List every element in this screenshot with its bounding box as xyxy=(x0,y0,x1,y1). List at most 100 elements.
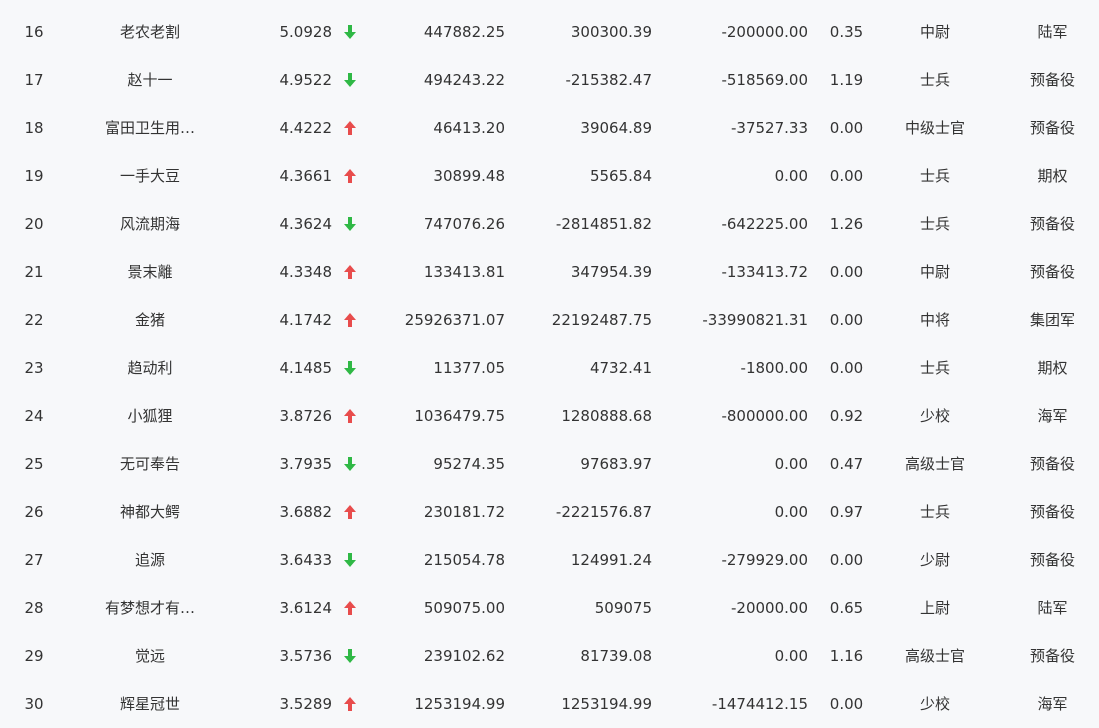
value-c-cell: 0.00 xyxy=(774,455,808,473)
type-cell: 期权 xyxy=(1037,359,1068,377)
value-a-cell: 1253194.99 xyxy=(414,695,505,713)
level-cell: 少校 xyxy=(919,695,950,713)
ratio-cell: 0.00 xyxy=(829,119,864,137)
table-row[interactable]: 19 一手大豆 4.3661 30899.48 5565.84 0.00 0.00 士兵 期权 xyxy=(0,152,1099,200)
name-cell: 辉星冠世 xyxy=(119,695,180,713)
name-cell: 追源 xyxy=(134,551,165,569)
ratio-cell: 0.35 xyxy=(829,23,864,41)
table-row[interactable]: 17 赵十一 4.9522 494243.22 -215382.47 -518569.00… xyxy=(0,56,1099,104)
value-b-cell: 81739.08 xyxy=(580,647,652,665)
value-a-cell: 747076.26 xyxy=(423,215,505,233)
arrow-up-icon xyxy=(340,392,360,440)
name-cell: 老农老割 xyxy=(119,23,180,41)
rank-cell: 24 xyxy=(24,407,44,425)
ratio-cell: 0.00 xyxy=(829,263,864,281)
rank-cell: 23 xyxy=(24,359,44,377)
table-row[interactable]: 29 觉远 3.5736 239102.62 81739.08 0.00 1.16 高级士官 预… xyxy=(0,632,1099,680)
arrow-down-icon xyxy=(340,632,360,680)
value-a-cell: 11377.05 xyxy=(433,359,505,377)
ratio-cell: 0.00 xyxy=(829,167,864,185)
level-cell: 中尉 xyxy=(919,263,950,281)
arrow-up-icon xyxy=(340,248,360,296)
value-a-cell: 215054.78 xyxy=(423,551,505,569)
name-cell: 富田卫生用… xyxy=(104,119,195,137)
table-row[interactable]: 24 小狐狸 3.8726 1036479.75 1280888.68 -800000.0… xyxy=(0,392,1099,440)
type-cell: 海军 xyxy=(1037,407,1068,425)
rank-cell: 29 xyxy=(24,647,44,665)
name-cell: 无可奉告 xyxy=(119,455,180,473)
value-c-cell: -800000.00 xyxy=(721,407,808,425)
value-c-cell: -518569.00 xyxy=(721,71,808,89)
value-c-cell: -37527.33 xyxy=(731,119,808,137)
table-row[interactable]: 22 金猪 4.1742 25926371.07 22192487.75 -3399082… xyxy=(0,296,1099,344)
score-cell: 3.8726 xyxy=(279,407,333,425)
arrow-up-icon xyxy=(340,104,360,152)
value-c-cell: 0.00 xyxy=(774,647,808,665)
value-c-cell: 0.00 xyxy=(774,167,808,185)
rank-cell: 21 xyxy=(24,263,44,281)
table-row[interactable]: 18 富田卫生用… 4.4222 46413.20 39064.89 -37527.33 0… xyxy=(0,104,1099,152)
value-a-cell: 447882.25 xyxy=(423,23,505,41)
value-b-cell: 300300.39 xyxy=(570,23,652,41)
arrow-down-icon xyxy=(340,440,360,488)
table-row[interactable]: 20 风流期海 4.3624 747076.26 -2814851.82 -642225.… xyxy=(0,200,1099,248)
value-a-cell: 133413.81 xyxy=(423,263,505,281)
value-b-cell: 4732.41 xyxy=(589,359,652,377)
rank-cell: 19 xyxy=(24,167,44,185)
value-b-cell: -2814851.82 xyxy=(555,215,652,233)
arrow-up-icon xyxy=(340,152,360,200)
table-row[interactable]: 23 趋动利 4.1485 11377.05 4732.41 -1800.00 0.00 士兵… xyxy=(0,344,1099,392)
ratio-cell: 0.00 xyxy=(829,311,864,329)
value-b-cell: 97683.97 xyxy=(580,455,652,473)
value-c-cell: -279929.00 xyxy=(721,551,808,569)
value-b-cell: 347954.39 xyxy=(570,263,652,281)
name-cell: 一手大豆 xyxy=(119,167,180,185)
rank-cell: 16 xyxy=(24,23,44,41)
table-row[interactable]: 30 辉星冠世 3.5289 1253194.99 1253194.99 -1474412… xyxy=(0,680,1099,728)
name-cell: 觉远 xyxy=(134,647,165,665)
table-row[interactable]: 28 有梦想才有… 3.6124 509075.00 509075 -20000.00 0.… xyxy=(0,584,1099,632)
value-a-cell: 509075.00 xyxy=(423,599,505,617)
value-a-cell: 30899.48 xyxy=(433,167,505,185)
type-cell: 预备役 xyxy=(1029,551,1075,569)
level-cell: 士兵 xyxy=(919,359,950,377)
level-cell: 中级士官 xyxy=(904,119,965,137)
table-row[interactable]: 26 神都大鳄 3.6882 230181.72 -2221576.87 0.00 0.97… xyxy=(0,488,1099,536)
score-cell: 4.3661 xyxy=(279,167,333,185)
value-c-cell: -133413.72 xyxy=(721,263,808,281)
type-cell: 预备役 xyxy=(1029,263,1075,281)
value-a-cell: 230181.72 xyxy=(423,503,505,521)
level-cell: 士兵 xyxy=(919,503,950,521)
level-cell: 高级士官 xyxy=(904,647,965,665)
name-cell: 赵十一 xyxy=(127,71,173,89)
value-c-cell: -642225.00 xyxy=(721,215,808,233)
score-cell: 3.6882 xyxy=(279,503,333,521)
table-row[interactable]: 21 景末離 4.3348 133413.81 347954.39 -133413.72 0… xyxy=(0,248,1099,296)
arrow-down-icon xyxy=(340,536,360,584)
score-cell: 3.5289 xyxy=(279,695,333,713)
ratio-cell: 0.00 xyxy=(829,551,864,569)
name-cell: 小狐狸 xyxy=(127,407,173,425)
rank-cell: 22 xyxy=(24,311,44,329)
score-cell: 3.6124 xyxy=(279,599,333,617)
type-cell: 期权 xyxy=(1037,167,1068,185)
ratio-cell: 0.65 xyxy=(829,599,864,617)
value-a-cell: 494243.22 xyxy=(423,71,505,89)
score-cell: 3.6433 xyxy=(279,551,333,569)
table-row[interactable]: 27 追源 3.6433 215054.78 124991.24 -279929.00 0.… xyxy=(0,536,1099,584)
arrow-up-icon xyxy=(340,488,360,536)
ratio-cell: 0.47 xyxy=(829,455,864,473)
rank-cell: 28 xyxy=(24,599,44,617)
value-c-cell: -1800.00 xyxy=(740,359,808,377)
value-a-cell: 46413.20 xyxy=(433,119,505,137)
type-cell: 预备役 xyxy=(1029,119,1075,137)
value-c-cell: 0.00 xyxy=(774,503,808,521)
arrow-up-icon xyxy=(340,680,360,728)
type-cell: 预备役 xyxy=(1029,215,1075,233)
rank-cell: 18 xyxy=(24,119,44,137)
level-cell: 士兵 xyxy=(919,167,950,185)
value-c-cell: -20000.00 xyxy=(731,599,808,617)
value-b-cell: 22192487.75 xyxy=(551,311,652,329)
table-row[interactable]: 16 老农老割 5.0928 447882.25 300300.39 -200000.00… xyxy=(0,8,1099,56)
table-row[interactable]: 25 无可奉告 3.7935 95274.35 97683.97 0.00 0.47 高级士官… xyxy=(0,440,1099,488)
